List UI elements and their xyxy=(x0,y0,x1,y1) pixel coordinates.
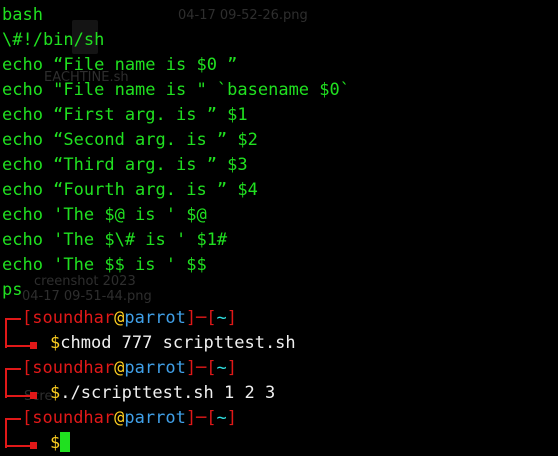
prompt-frame xyxy=(5,418,21,448)
prompt-frame xyxy=(5,368,21,398)
prompt-command-line: $./scripttest.sh 1 2 3 xyxy=(50,381,275,406)
prompt-header: [soundhar@parrot]─[~] xyxy=(22,308,238,328)
prompt-host: parrot xyxy=(124,308,186,328)
output-line: \#!/bin/sh xyxy=(2,30,105,50)
command-text: chmod 777 scripttest.sh xyxy=(60,333,296,353)
prompt-symbol: $ xyxy=(50,433,61,453)
output-line: echo “Second arg. is ” $2 xyxy=(2,130,258,150)
prompt-user: soundhar xyxy=(32,358,115,378)
prompt-frame xyxy=(5,445,30,447)
output-line: echo “First arg. is ” $1 xyxy=(2,105,248,125)
prompt-command-line: $chmod 777 scripttest.sh xyxy=(50,331,296,356)
command-text: ./scripttest.sh 1 2 3 xyxy=(60,383,276,403)
prompt-dir: ~ xyxy=(216,308,227,328)
shell-prompt: [soundhar@parrot]─[~] $chmod 777 scriptt… xyxy=(0,306,558,356)
prompt-host: parrot xyxy=(124,358,186,378)
shell-prompt-active[interactable]: [soundhar@parrot]─[~] $ xyxy=(0,406,558,456)
prompt-frame xyxy=(5,395,30,397)
terminal-output: bash \#!/bin/sh echo “File name is $0 ” … xyxy=(2,3,350,303)
text-cursor xyxy=(60,432,71,452)
output-line: echo “Third arg. is ” $3 xyxy=(2,155,248,175)
prompt-bullet xyxy=(30,442,37,449)
prompt-symbol: $ xyxy=(50,383,61,403)
prompt-frame xyxy=(5,318,21,348)
prompt-at: @ xyxy=(114,408,125,428)
prompt-symbol: $ xyxy=(50,333,61,353)
output-line: echo “File name is $0 ” xyxy=(2,55,238,75)
prompt-frame xyxy=(5,345,30,347)
output-line: echo 'The $@ is ' $@ xyxy=(2,205,207,225)
output-line: echo “Fourth arg. is ” $4 xyxy=(2,180,258,200)
prompt-header: [soundhar@parrot]─[~] xyxy=(22,358,238,378)
prompt-at: @ xyxy=(114,358,125,378)
prompt-user: soundhar xyxy=(32,408,115,428)
terminal-window[interactable]: 04-17 09-52-26.png EACHTINE.sh creenshot… xyxy=(0,0,558,456)
prompt-bullet xyxy=(30,342,37,349)
prompt-at: @ xyxy=(114,308,125,328)
output-line: bash xyxy=(2,5,43,25)
output-line: echo 'The $\# is ' $1# xyxy=(2,230,228,250)
prompt-host: parrot xyxy=(124,408,186,428)
shell-prompt: [soundhar@parrot]─[~] $./scripttest.sh 1… xyxy=(0,356,558,406)
prompt-bullet xyxy=(30,392,37,399)
command-input-line[interactable]: $ xyxy=(50,431,71,456)
prompt-header: [soundhar@parrot]─[~] xyxy=(22,408,238,428)
output-line: ps xyxy=(2,280,23,300)
output-line: echo "File name is " `basename $0` xyxy=(2,80,350,100)
prompt-dir: ~ xyxy=(216,358,227,378)
prompt-dir: ~ xyxy=(216,408,227,428)
prompt-user: soundhar xyxy=(32,308,115,328)
output-line: echo 'The $$ is ' $$ xyxy=(2,255,207,275)
